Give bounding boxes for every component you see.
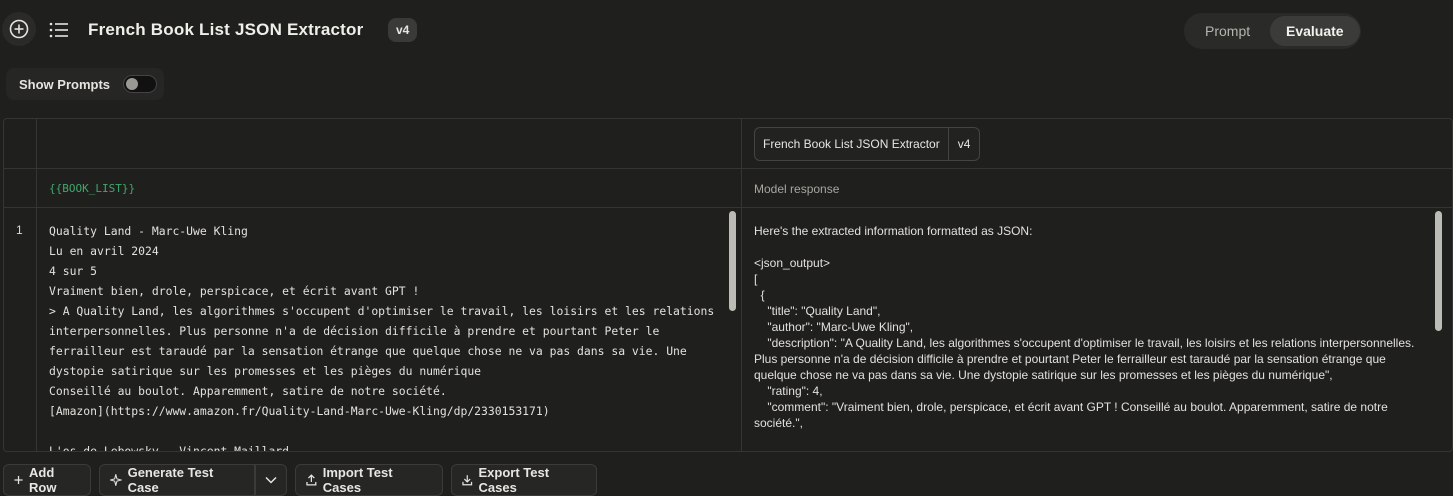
plus-icon — [14, 475, 23, 485]
tab-evaluate[interactable]: Evaluate — [1270, 16, 1360, 46]
prompt-list-button[interactable] — [48, 20, 70, 40]
chevron-down-icon — [265, 476, 277, 484]
prompt-version-chip[interactable]: French Book List JSON Extractor v4 — [754, 127, 981, 161]
show-prompts-label: Show Prompts — [19, 77, 111, 92]
response-scrollbar[interactable] — [1435, 211, 1442, 331]
variable-column-header: {{BOOK_LIST}} — [49, 182, 136, 195]
response-column-header: Model response — [754, 182, 840, 196]
version-badge[interactable]: v4 — [388, 18, 418, 42]
prompt-chip-name: French Book List JSON Extractor — [755, 128, 949, 160]
tab-prompt[interactable]: Prompt — [1189, 16, 1266, 46]
list-icon — [49, 22, 68, 38]
test-case-table: French Book List JSON Extractor v4 {{BOO… — [3, 118, 1453, 452]
header: French Book List JSON Extractor v4 Promp… — [0, 0, 1453, 62]
generate-label: Generate Test Case — [127, 465, 214, 495]
prompt-chip-version: v4 — [957, 137, 971, 151]
generate-options-button[interactable] — [255, 464, 287, 496]
input-scrollbar[interactable] — [729, 211, 736, 311]
toggle-knob — [126, 78, 138, 90]
download-icon — [462, 475, 473, 486]
export-test-cases-button[interactable]: Export Test Cases — [451, 464, 597, 496]
show-prompts-toggle[interactable] — [123, 75, 157, 93]
sparkle-icon — [110, 474, 122, 486]
book-list-input-cell[interactable]: Quality Land - Marc-Uwe Kling Lu en avri… — [49, 221, 729, 451]
add-row-button[interactable]: Add Row — [3, 464, 91, 496]
evaluate-screen: French Book List JSON Extractor v4 Promp… — [0, 0, 1453, 496]
generate-test-case-button[interactable]: Generate Test Case — [99, 464, 255, 496]
divider — [4, 207, 1452, 208]
row-number: 1 — [16, 223, 23, 237]
export-label: Export Test Cases — [478, 465, 550, 495]
plus-circle-icon — [9, 19, 29, 39]
divider — [741, 119, 742, 451]
show-prompts-control: Show Prompts — [6, 68, 164, 100]
page-title: French Book List JSON Extractor — [88, 20, 364, 39]
import-label: Import Test Cases — [322, 465, 393, 495]
divider — [36, 119, 37, 451]
import-test-cases-button[interactable]: Import Test Cases — [295, 464, 443, 496]
upload-icon — [306, 474, 317, 486]
view-switcher: Prompt Evaluate — [1184, 13, 1361, 49]
divider — [4, 168, 1452, 169]
add-row-label: Add Row — [29, 465, 57, 495]
model-response-cell: Here's the extracted information formatt… — [754, 224, 1415, 430]
new-prompt-button[interactable] — [2, 12, 36, 46]
